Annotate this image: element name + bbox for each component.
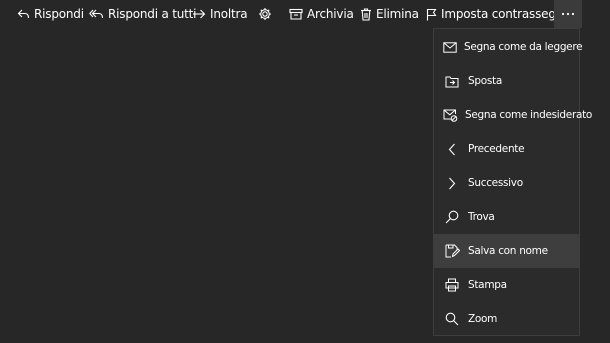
more-options-menu: Segna come da leggere Sposta Segna come … [433, 28, 592, 336]
printer-icon [443, 276, 461, 294]
menu-item-zoom[interactable]: Zoom [434, 302, 579, 336]
mail-reading-pane: Rispondi Rispondi a tutti Inoltra Archiv… [0, 0, 610, 343]
archive-button[interactable]: Archivia [289, 0, 354, 28]
settings-button[interactable] [258, 0, 276, 28]
menu-item-label: Successivo [468, 177, 523, 189]
zoom-icon [443, 310, 461, 328]
reply-icon [17, 8, 30, 20]
reply-all-label: Rispondi a tutti [108, 7, 197, 21]
menu-item-label: Zoom [468, 313, 498, 325]
menu-item-find[interactable]: Trova [434, 200, 579, 234]
forward-icon [192, 8, 206, 20]
chevron-left-icon [443, 140, 461, 158]
reply-all-button[interactable]: Rispondi a tutti [89, 0, 196, 28]
reply-button[interactable]: Rispondi [17, 0, 84, 28]
menu-item-label: Segna come indesiderato [465, 109, 593, 121]
archive-icon [289, 8, 303, 20]
chevron-right-icon [443, 174, 461, 192]
more-options-button[interactable] [554, 0, 582, 28]
flag-button[interactable]: Imposta contrassegno [426, 0, 571, 28]
forward-button[interactable]: Inoltra [192, 0, 248, 28]
menu-item-move[interactable]: Sposta [434, 64, 579, 98]
menu-item-label: Precedente [468, 143, 525, 155]
delete-button[interactable]: Elimina [360, 0, 419, 28]
delete-label: Elimina [376, 7, 419, 21]
menu-item-previous[interactable]: Precedente [434, 132, 579, 166]
envelope-icon [443, 38, 457, 56]
more-icon [561, 12, 575, 16]
flag-icon [426, 8, 437, 21]
menu-item-next[interactable]: Successivo [434, 166, 579, 200]
trash-icon [360, 7, 372, 21]
menu-item-label: Salva con nome [468, 245, 548, 257]
save-as-icon [443, 242, 461, 260]
menu-item-mark-unread[interactable]: Segna come da leggere [434, 30, 583, 64]
menu-item-label: Trova [468, 211, 495, 223]
move-folder-icon [443, 72, 461, 90]
message-toolbar: Rispondi Rispondi a tutti Inoltra Archiv… [0, 0, 610, 28]
menu-item-label: Segna come da leggere [464, 41, 583, 53]
menu-item-mark-junk[interactable]: Segna come indesiderato [434, 98, 592, 132]
menu-item-label: Stampa [468, 279, 507, 291]
junk-mail-icon [443, 106, 458, 124]
menu-item-save-as[interactable]: Salva con nome [434, 234, 579, 268]
menu-item-label: Sposta [468, 75, 502, 87]
flag-label: Imposta contrassegno [441, 7, 571, 21]
gear-icon [258, 7, 272, 21]
reply-all-icon [89, 8, 104, 20]
menu-item-print[interactable]: Stampa [434, 268, 579, 302]
archive-label: Archivia [307, 7, 354, 21]
reply-label: Rispondi [34, 7, 84, 21]
forward-label: Inoltra [210, 7, 248, 21]
search-icon [443, 208, 461, 226]
